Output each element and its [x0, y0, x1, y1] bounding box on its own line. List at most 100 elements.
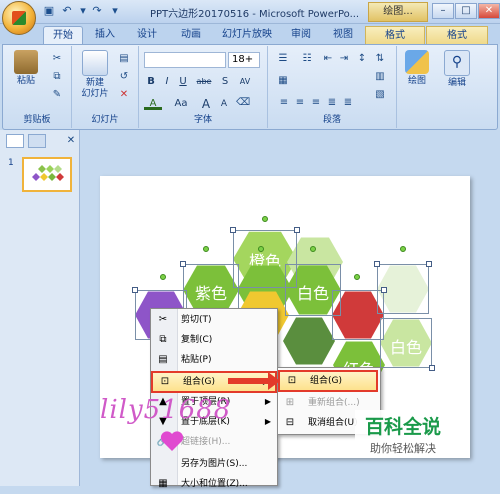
delete-slide-icon[interactable]: ✕: [117, 88, 131, 102]
drawing-button[interactable]: 绘图: [400, 50, 434, 87]
align-left-icon[interactable]: ≡: [277, 96, 291, 110]
tab-insert[interactable]: 插入: [88, 26, 122, 44]
customize-toolbar-icon[interactable]: ▾: [108, 4, 122, 18]
resize-handle[interactable]: [429, 365, 435, 371]
menu-label: 大小和位置(Z)...: [181, 479, 248, 489]
group-icon: ⊡: [287, 375, 297, 386]
submenu-item-group[interactable]: ⊡ 组合(G): [278, 370, 378, 392]
scissors-icon: ✂: [158, 314, 168, 325]
menu-item-copy[interactable]: ⧉ 复制(C): [151, 330, 277, 350]
justify-icon[interactable]: ≣: [325, 96, 339, 110]
close-pane-icon[interactable]: ✕: [64, 134, 78, 148]
tab-review[interactable]: 审阅: [284, 26, 318, 44]
menu-item-cut[interactable]: ✂ 剪切(T): [151, 310, 277, 330]
minimize-button[interactable]: –: [432, 3, 454, 19]
strikethrough-button[interactable]: abe: [192, 74, 216, 90]
char-spacing-button[interactable]: AV: [234, 74, 256, 90]
paste-icon: [14, 50, 38, 74]
editing-label: 编辑: [447, 78, 466, 88]
numbering-icon[interactable]: ☷: [297, 52, 317, 66]
bold-button[interactable]: B: [144, 74, 158, 90]
distribute-icon[interactable]: ≣: [341, 96, 355, 110]
rotate-handle[interactable]: [203, 246, 209, 252]
office-button[interactable]: [2, 1, 36, 35]
redo-icon[interactable]: ↷: [90, 4, 104, 18]
tab-format-picture[interactable]: 格式: [426, 26, 488, 44]
copy-icon: ⧉: [159, 334, 167, 345]
menu-label: 复制(C): [181, 335, 213, 345]
columns-icon[interactable]: ▦: [273, 74, 293, 88]
decrease-indent-icon[interactable]: ⇤: [321, 52, 335, 66]
editing-button[interactable]: ⚲ 编辑: [440, 50, 474, 89]
font-size-field[interactable]: 18+: [228, 52, 260, 68]
new-slide-button[interactable]: 新建 幻灯片: [75, 50, 115, 100]
line-spacing-icon[interactable]: ↕: [355, 52, 369, 66]
align-right-icon[interactable]: ≡: [309, 96, 323, 110]
tab-animation[interactable]: 动画: [174, 26, 208, 44]
text-direction-icon[interactable]: ⇅: [373, 52, 387, 66]
font-color-button[interactable]: A: [144, 96, 162, 110]
resize-handle[interactable]: [230, 227, 236, 233]
heart-icon: [160, 431, 184, 451]
tab-design[interactable]: 设计: [130, 26, 164, 44]
menu-item-paste[interactable]: ▤ 粘贴(P): [151, 350, 277, 370]
save-picture-icon: [156, 457, 170, 471]
tab-home[interactable]: 开始: [43, 26, 83, 44]
submenu-arrow-icon: ▶: [264, 417, 271, 426]
align-center-icon[interactable]: ≡: [293, 96, 307, 110]
ungroup-icon: ⊟: [285, 417, 295, 428]
clear-format-icon[interactable]: ⌫: [236, 96, 250, 110]
menu-label: 超链接(H)...: [181, 437, 231, 447]
save-icon[interactable]: ▣: [42, 4, 56, 18]
rotate-handle[interactable]: [400, 246, 406, 252]
menu-item-size-position[interactable]: ▦ 大小和位置(Z)...: [151, 474, 277, 494]
font-name-field[interactable]: [144, 52, 226, 68]
menu-label: 剪切(T): [181, 315, 212, 325]
resize-handle[interactable]: [374, 261, 380, 267]
smartart-icon[interactable]: ▧: [373, 88, 387, 102]
rotate-handle[interactable]: [160, 274, 166, 280]
submenu-label: 取消组合(U): [308, 418, 358, 428]
tab-slideshow[interactable]: 幻灯片放映: [218, 26, 276, 44]
tab-format-drawing[interactable]: 格式: [365, 26, 425, 44]
resize-handle[interactable]: [381, 287, 387, 293]
rotate-handle[interactable]: [310, 246, 316, 252]
rotate-handle[interactable]: [258, 246, 264, 252]
maximize-button[interactable]: □: [455, 3, 477, 19]
drawing-tools-tab: 绘图...: [368, 2, 428, 22]
layout-icon[interactable]: ▤: [117, 52, 131, 66]
align-text-icon[interactable]: ▥: [373, 70, 387, 84]
shadow-button[interactable]: S: [218, 74, 232, 90]
slide-thumbnail[interactable]: [22, 157, 72, 192]
grow-font-button[interactable]: A: [198, 96, 214, 112]
close-button[interactable]: ✕: [478, 3, 500, 19]
increase-indent-icon[interactable]: ⇥: [337, 52, 351, 66]
copy-icon[interactable]: ⧉: [50, 70, 64, 84]
underline-button[interactable]: U: [176, 74, 190, 90]
menu-label: 组合(G): [183, 377, 215, 387]
reset-icon[interactable]: ↺: [117, 70, 131, 84]
bullets-icon[interactable]: ☰: [273, 52, 293, 66]
paste-button[interactable]: 粘贴: [8, 50, 44, 87]
outline-tab[interactable]: [28, 134, 46, 148]
shrink-font-button[interactable]: A: [216, 96, 232, 112]
resize-handle[interactable]: [426, 261, 432, 267]
format-painter-icon[interactable]: ✎: [50, 88, 64, 102]
change-case-button[interactable]: Aa: [170, 96, 192, 112]
resize-handle[interactable]: [180, 261, 186, 267]
resize-handle[interactable]: [132, 287, 138, 293]
undo-dropdown-icon[interactable]: ▾: [76, 4, 90, 18]
slide-number: 1: [8, 158, 14, 168]
cut-icon[interactable]: ✂: [50, 52, 64, 66]
slides-tab[interactable]: [6, 134, 24, 148]
new-slide-label-line1: 新建: [85, 78, 104, 88]
italic-button[interactable]: I: [160, 74, 174, 90]
rotate-handle[interactable]: [354, 274, 360, 280]
resize-handle[interactable]: [294, 227, 300, 233]
menu-item-save-as-picture[interactable]: 另存为图片(S)...: [151, 454, 277, 474]
clipboard-group: 粘贴 ✂ ⧉ ✎ 剪贴板: [4, 46, 72, 128]
rotate-handle[interactable]: [262, 216, 268, 222]
tab-view[interactable]: 视图: [326, 26, 360, 44]
paste-label: 粘贴: [16, 76, 35, 86]
undo-icon[interactable]: ↶: [60, 4, 74, 18]
